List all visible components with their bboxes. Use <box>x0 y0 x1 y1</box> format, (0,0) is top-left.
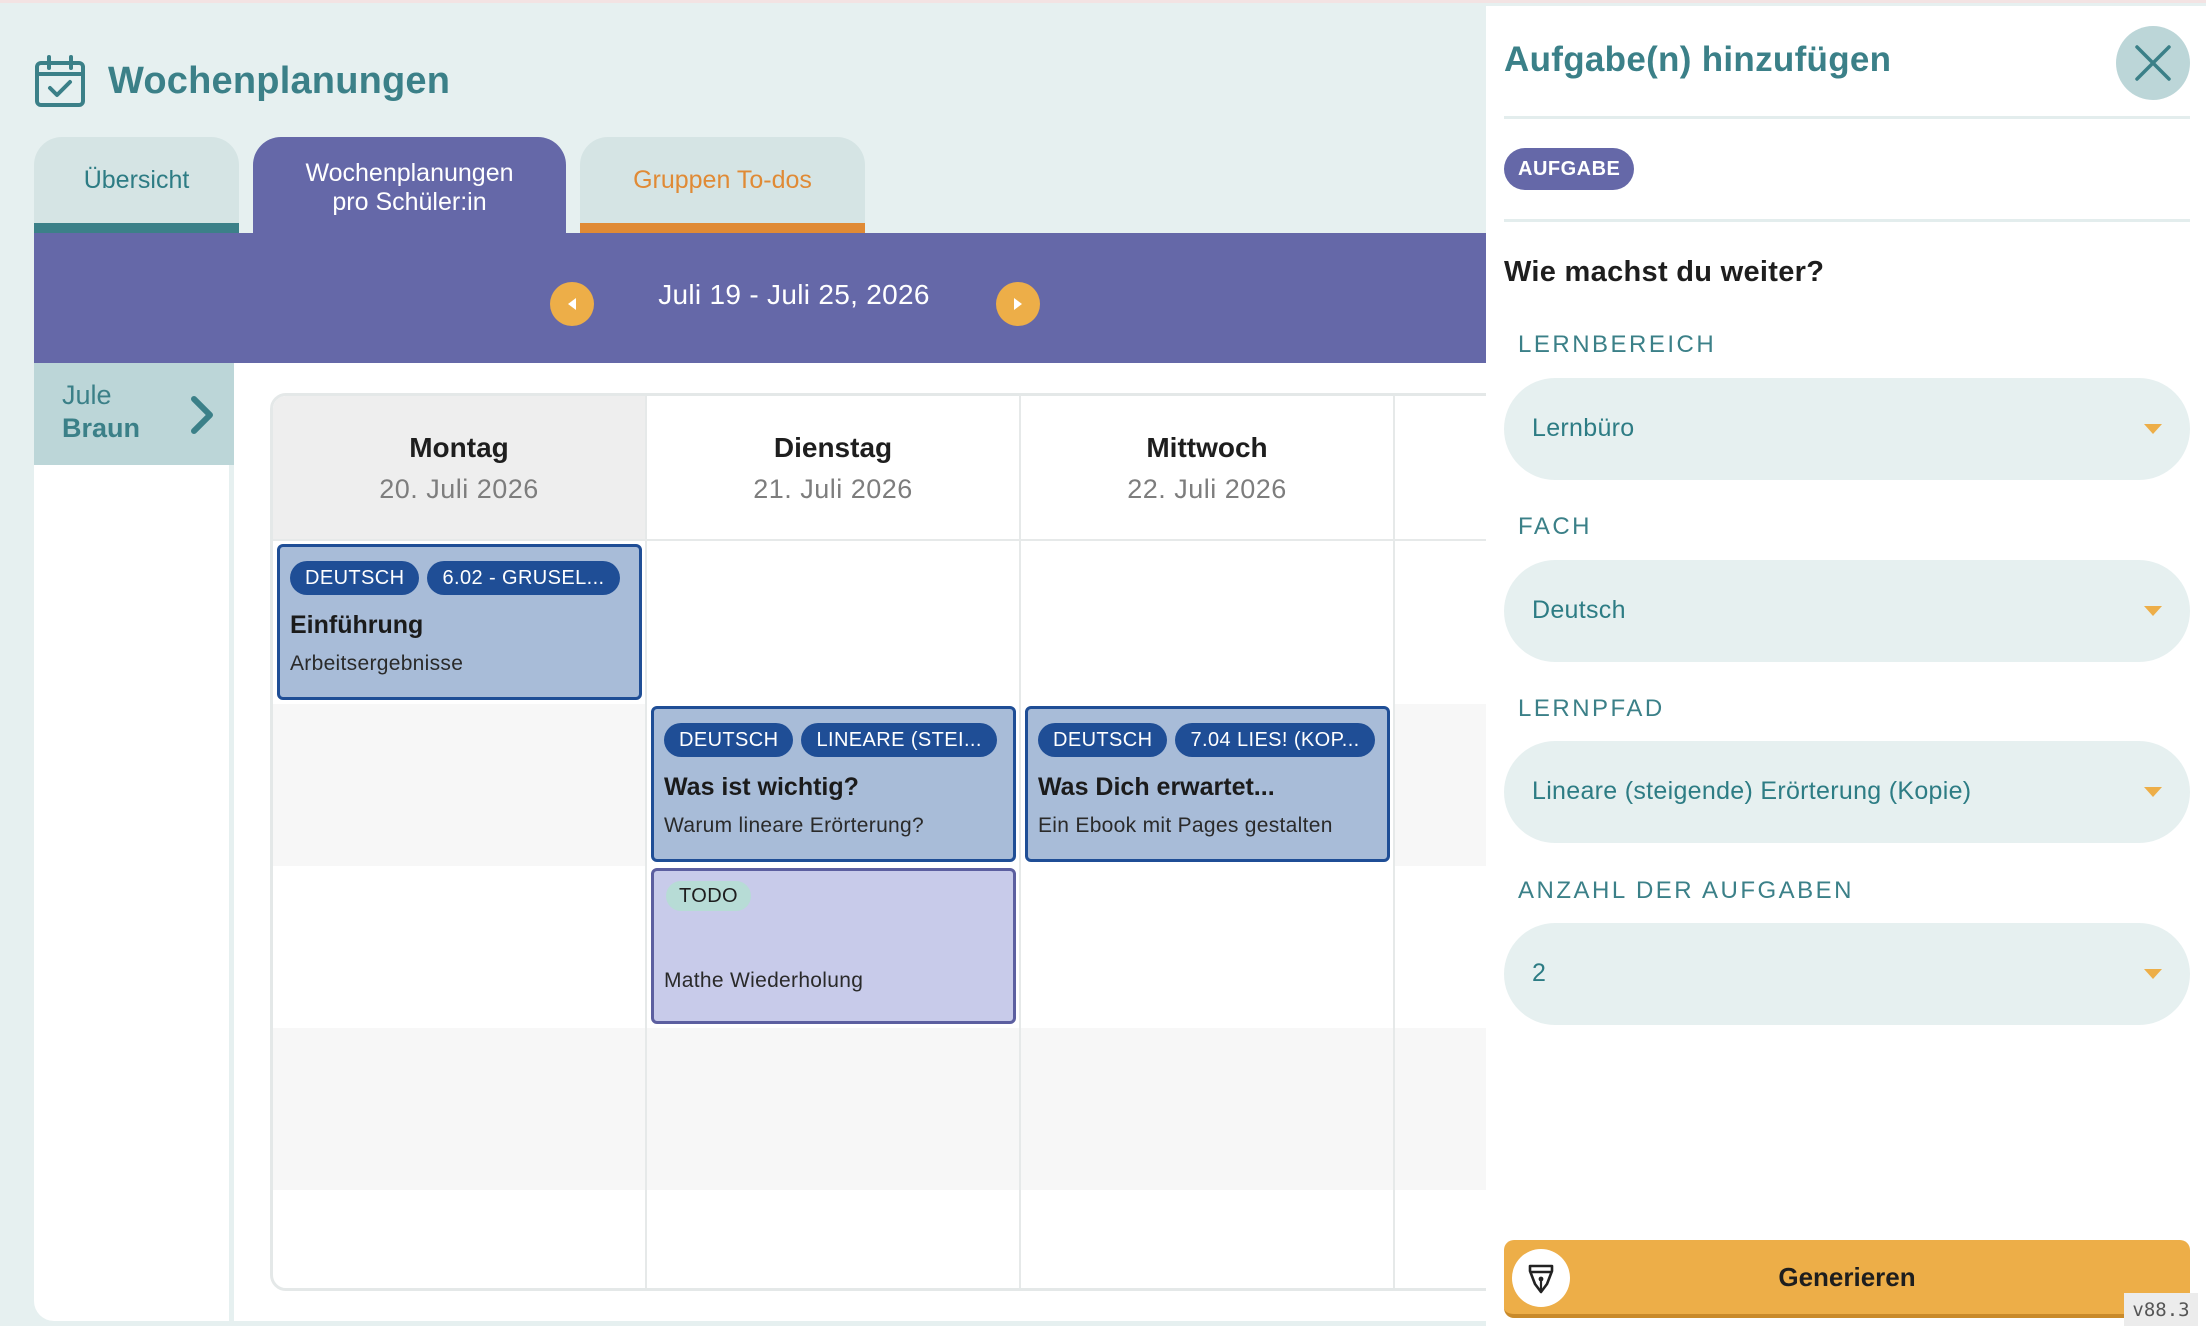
day-header: Mittwoch 22. Juli 2026 <box>1021 396 1393 541</box>
caret-down-icon <box>2144 606 2162 616</box>
next-week-button[interactable] <box>996 282 1040 326</box>
day-name: Dienstag <box>773 432 893 463</box>
anzahl-label: ANZAHL DER AUFGABEN <box>1518 877 1855 904</box>
module-badge: 7.04 LIES! (KOP... <box>1175 723 1375 757</box>
tab-gruppen-todos[interactable]: Gruppen To-dos <box>580 137 865 233</box>
tab-wochenplanungen-label: Wochenplanungen pro Schüler:in <box>305 159 514 216</box>
tab-uebersicht-label: Übersicht <box>83 165 190 194</box>
panel-title: Aufgabe(n) hinzufügen <box>1504 40 1892 79</box>
todo-card[interactable]: TODO Mathe Wiederholung <box>651 868 1016 1024</box>
card-title: Was Dich erwartet... <box>1038 773 1275 801</box>
week-navigation-bar: Juli 19 - Juli 25, 2026 <box>34 233 1494 363</box>
row-band <box>273 1028 645 1190</box>
student-list: Jule Braun <box>34 363 234 1321</box>
day-date: 21. Juli 2026 <box>753 474 913 504</box>
student-last-name: Braun <box>62 413 141 443</box>
day-name: Montag <box>409 432 509 463</box>
lernbereich-label: LERNBEREICH <box>1518 331 1717 358</box>
panel-question: Wie machst du weiter? <box>1504 256 1825 288</box>
card-badges: TODO <box>664 881 1003 911</box>
calendar-check-icon <box>35 55 85 107</box>
todo-badge: TODO <box>666 881 752 911</box>
task-card[interactable]: DEUTSCH 6.02 - GRUSEL... Einführung Arbe… <box>277 544 642 700</box>
divider <box>1504 116 2190 119</box>
fach-select[interactable]: Deutsch <box>1504 560 2190 662</box>
fach-label: FACH <box>1518 513 1593 540</box>
row-band <box>273 704 645 866</box>
previous-week-button[interactable] <box>550 282 594 326</box>
tab-uebersicht[interactable]: Übersicht <box>34 137 239 233</box>
lernpfad-select[interactable]: Lineare (steigende) Erörterung (Kopie) <box>1504 741 2190 843</box>
anzahl-select[interactable]: 2 <box>1504 923 2190 1025</box>
subject-badge: DEUTSCH <box>664 723 794 757</box>
caret-down-icon <box>2144 424 2162 434</box>
card-subtitle: Arbeitsergebnisse <box>290 652 464 675</box>
caret-down-icon <box>2144 969 2162 979</box>
fach-value: Deutsch <box>1532 596 1626 624</box>
page-title: Wochenplanungen <box>108 59 451 102</box>
card-title: Einführung <box>290 611 424 639</box>
caret-down-icon <box>2144 787 2162 797</box>
module-badge: 6.02 - GRUSEL... <box>427 561 620 595</box>
day-date: 22. Juli 2026 <box>1127 474 1287 504</box>
card-badges: DEUTSCH 6.02 - GRUSEL... <box>290 561 629 595</box>
lernpfad-label: LERNPFAD <box>1518 695 1665 722</box>
anzahl-value: 2 <box>1532 959 1547 987</box>
card-subtitle: Ein Ebook mit Pages gestalten <box>1038 814 1333 837</box>
generate-button-label: Generieren <box>1778 1262 1916 1292</box>
planning-content: Jule Braun Montag 20. Juli 2026 Dienstag… <box>34 363 1530 1321</box>
page-header: Wochenplanungen <box>34 51 450 111</box>
row-band <box>1021 1028 1393 1190</box>
day-date: 20. Juli 2026 <box>379 474 539 504</box>
subject-badge: DEUTSCH <box>290 561 420 595</box>
generate-button[interactable]: Generieren <box>1504 1240 2190 1318</box>
add-task-panel: Aufgabe(n) hinzufügen AUFGABE Wie machst… <box>1486 6 2206 1326</box>
module-badge: LINEARE (STEI... <box>801 723 997 757</box>
day-name: Mittwoch <box>1146 432 1268 463</box>
student-item[interactable]: Jule Braun <box>34 363 234 465</box>
lernpfad-value: Lineare (steigende) Erörterung (Kopie) <box>1532 777 1972 805</box>
card-badges: DEUTSCH LINEARE (STEI... <box>664 723 1003 757</box>
version-label: v88.3 <box>2124 1293 2198 1326</box>
day-column-montag: Montag 20. Juli 2026 <box>273 396 647 1288</box>
card-badges: DEUTSCH 7.04 LIES! (KOP... <box>1038 723 1377 757</box>
arrow-right-icon <box>1014 298 1022 310</box>
day-header: Dienstag 21. Juli 2026 <box>647 396 1019 541</box>
task-card[interactable]: DEUTSCH 7.04 LIES! (KOP... Was Dich erwa… <box>1025 706 1390 862</box>
card-title: Was ist wichtig? <box>664 773 859 801</box>
card-subtitle: Warum lineare Erörterung? <box>664 814 924 837</box>
chevron-right-icon <box>191 396 213 434</box>
task-type-badge: AUFGABE <box>1504 148 1635 190</box>
divider <box>1504 219 2190 222</box>
day-header: Montag 20. Juli 2026 <box>273 396 645 541</box>
lernbereich-value: Lernbüro <box>1532 414 1635 442</box>
week-range-label: Juli 19 - Juli 25, 2026 <box>658 279 930 310</box>
tab-wochenplanungen-pro-schueler[interactable]: Wochenplanungen pro Schüler:in <box>253 137 566 239</box>
lernbereich-select[interactable]: Lernbüro <box>1504 378 2190 480</box>
subject-badge: DEUTSCH <box>1038 723 1168 757</box>
close-icon <box>2135 45 2171 81</box>
tab-gruppen-label: Gruppen To-dos <box>633 165 812 194</box>
card-subtitle: Mathe Wiederholung <box>664 969 864 992</box>
arrow-left-icon <box>568 298 576 310</box>
week-calendar: Montag 20. Juli 2026 Dienstag 21. Juli 2… <box>270 393 1530 1291</box>
close-panel-button[interactable] <box>2116 26 2190 100</box>
task-card[interactable]: DEUTSCH LINEARE (STEI... Was ist wichtig… <box>651 706 1016 862</box>
student-first-name: Jule <box>62 380 112 410</box>
row-band <box>647 1028 1019 1190</box>
